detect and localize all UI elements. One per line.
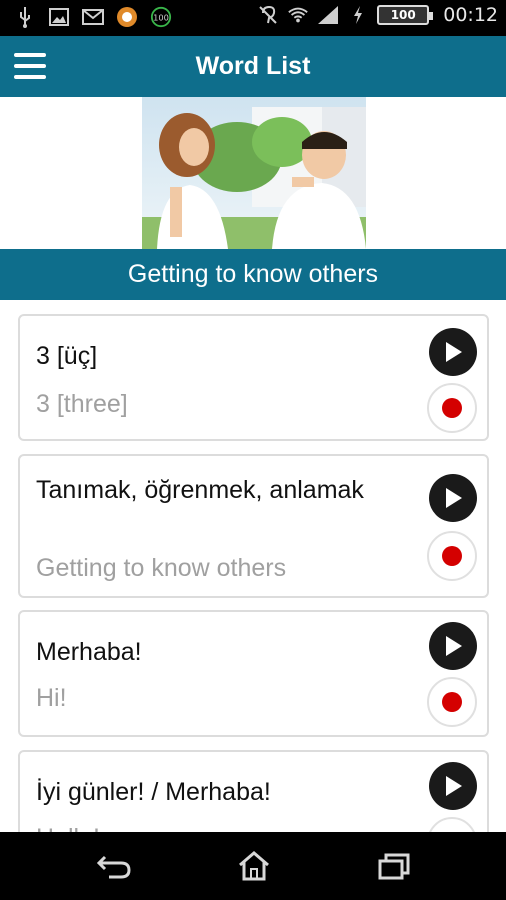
- word-text: İyi günler! / Merhaba!: [36, 778, 271, 806]
- badge-icon: 100: [150, 6, 172, 28]
- mail-icon: [82, 6, 104, 28]
- record-button[interactable]: [427, 383, 477, 433]
- record-icon: [442, 398, 462, 418]
- usb-icon: [14, 6, 36, 28]
- record-icon: [442, 692, 462, 712]
- word-list[interactable]: 3 [üç] 3 [three] Tanımak, öğrenmek, anla…: [0, 300, 506, 832]
- record-button[interactable]: [427, 817, 477, 832]
- list-item: Merhaba! Hi!: [18, 610, 489, 737]
- translation-text: Hi!: [36, 684, 67, 712]
- app-bar: Word List: [0, 36, 506, 97]
- translation-text: Hello!: [36, 824, 100, 832]
- home-icon[interactable]: [234, 848, 274, 884]
- hero-image: [142, 97, 366, 249]
- record-button[interactable]: [427, 677, 477, 727]
- play-button[interactable]: [429, 622, 477, 670]
- battery-icon: 100: [377, 5, 434, 25]
- record-icon: [442, 546, 462, 566]
- translation-text: Getting to know others: [36, 554, 287, 582]
- word-text: 3 [üç]: [36, 342, 98, 370]
- play-button[interactable]: [429, 762, 477, 810]
- system-nav-bar: [0, 832, 506, 900]
- clock: 00:12: [443, 4, 498, 26]
- play-icon: [446, 342, 462, 362]
- page-title: Word List: [195, 52, 311, 80]
- play-button[interactable]: [429, 474, 477, 522]
- play-icon: [446, 636, 462, 656]
- play-button[interactable]: [429, 328, 477, 376]
- recents-icon[interactable]: [374, 848, 414, 884]
- badge-count: 100: [153, 13, 169, 23]
- back-icon[interactable]: [94, 848, 134, 884]
- section-header: Getting to know others: [0, 249, 506, 300]
- translation-text: 3 [three]: [36, 390, 128, 418]
- charging-icon: [347, 4, 369, 26]
- status-bar: 100 100 00:12: [0, 0, 506, 36]
- app-icon: [116, 6, 138, 28]
- list-item: 3 [üç] 3 [three]: [18, 314, 489, 441]
- section-title: Getting to know others: [127, 260, 379, 288]
- hearing-icon: [257, 4, 279, 26]
- list-item: İyi günler! / Merhaba! Hello!: [18, 750, 489, 832]
- image-icon: [48, 6, 70, 28]
- word-text: Tanımak, öğrenmek, anlamak: [36, 476, 364, 504]
- record-button[interactable]: [427, 531, 477, 581]
- signal-icon: [317, 4, 339, 26]
- list-item: Tanımak, öğrenmek, anlamak Getting to kn…: [18, 454, 489, 598]
- wifi-icon: [287, 4, 309, 26]
- play-icon: [446, 488, 462, 508]
- word-text: Merhaba!: [36, 638, 142, 666]
- play-icon: [446, 776, 462, 796]
